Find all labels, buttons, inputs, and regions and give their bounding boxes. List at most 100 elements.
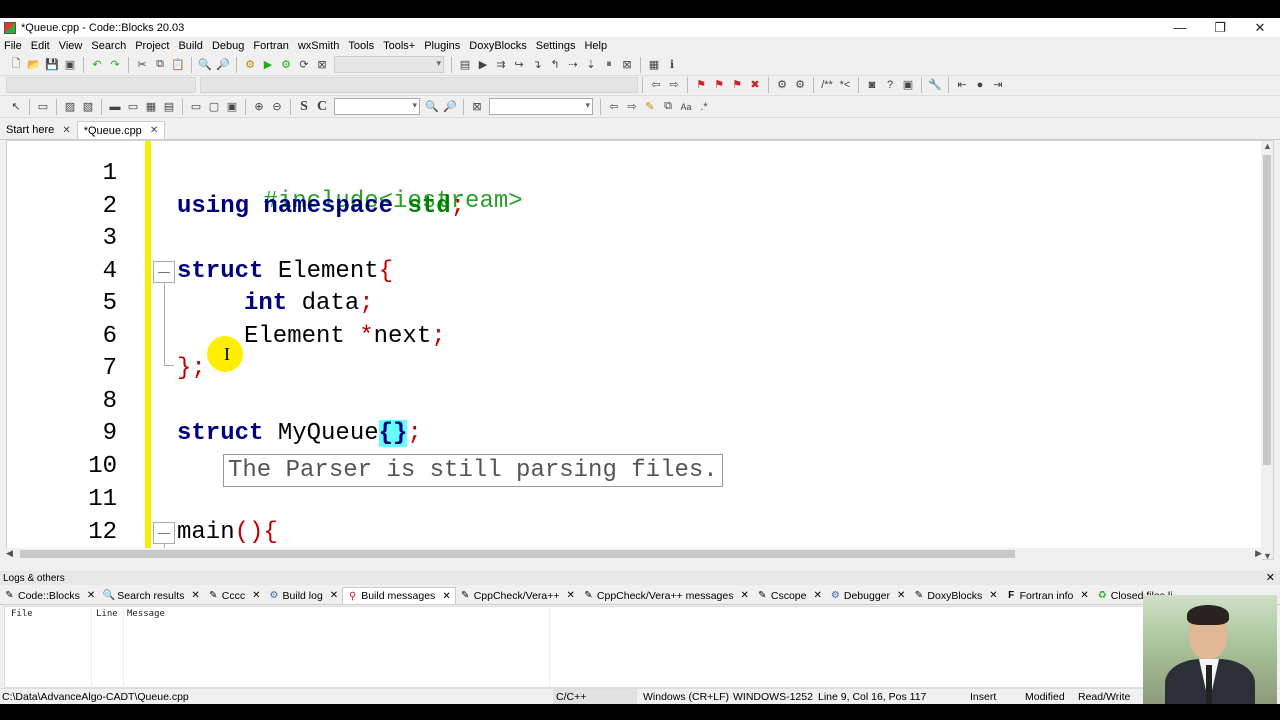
build-target-select[interactable] — [334, 56, 444, 73]
close-tab-icon[interactable]: ✕ — [62, 125, 70, 136]
tab-search-results[interactable]: 🔍 Search results ✕ — [99, 587, 204, 604]
tab-codeblocks-log[interactable]: ✎ Code::Blocks ✕ — [0, 587, 99, 604]
function-select[interactable] — [200, 76, 638, 93]
run-icon[interactable]: ▶ — [260, 57, 276, 73]
paste-icon[interactable]: 📋 — [170, 57, 186, 73]
next-line-icon[interactable]: ↪ — [511, 57, 527, 73]
search-text-select[interactable] — [489, 98, 593, 115]
column-header-line[interactable]: Line — [96, 609, 118, 619]
doxy-comment-icon[interactable]: /** — [819, 77, 835, 93]
column-header-message[interactable]: Message — [127, 609, 165, 619]
tab-start-here[interactable]: Start here ✕ — [0, 121, 77, 139]
vertical-scroll-thumb[interactable] — [1263, 155, 1271, 465]
scope-select[interactable] — [6, 76, 196, 93]
chars-icon[interactable]: C — [314, 99, 330, 115]
close-tab-icon[interactable]: ✕ — [1080, 590, 1088, 601]
grid-sizer-icon[interactable]: ▦ — [143, 99, 159, 115]
tab-debugger[interactable]: ⚙ Debugger ✕ — [826, 587, 910, 604]
tab-cccc[interactable]: ✎ Cccc ✕ — [204, 587, 265, 604]
tab-fortran-info[interactable]: F Fortran info ✕ — [1002, 587, 1093, 604]
step-instruction-icon[interactable]: ⇣ — [583, 57, 599, 73]
debug-window-icon[interactable]: ▤ — [457, 57, 473, 73]
code-tools-icon[interactable]: ⚙ — [792, 77, 808, 93]
jump-back-icon[interactable]: ⇦ — [648, 77, 664, 93]
menu-edit[interactable]: Edit — [27, 40, 55, 52]
scroll-right-icon[interactable]: ▶ — [1255, 548, 1262, 559]
menu-fortran[interactable]: Fortran — [249, 40, 293, 52]
close-tab-icon[interactable]: ✕ — [191, 590, 199, 601]
flex-sizer-icon[interactable]: ▤ — [161, 99, 177, 115]
build-icon[interactable]: ⚙ — [242, 57, 258, 73]
dialog-icon[interactable]: ▨ — [62, 99, 78, 115]
menu-plugins[interactable]: Plugins — [420, 40, 465, 52]
close-tab-icon[interactable]: ✕ — [252, 590, 260, 601]
close-tab-icon[interactable]: ✕ — [567, 590, 575, 601]
next-bookmark-icon[interactable]: ⚑ — [729, 77, 745, 93]
close-tab-icon[interactable]: ✕ — [740, 590, 748, 601]
menu-help[interactable]: Help — [580, 40, 612, 52]
strings-icon[interactable]: S — [296, 99, 312, 115]
open-icon[interactable]: 📂 — [26, 57, 42, 73]
search-scope-select[interactable] — [334, 98, 420, 115]
build-messages-list[interactable]: File Line Message — [4, 606, 1276, 689]
cut-icon[interactable]: ✂ — [134, 57, 150, 73]
new-file-icon[interactable]: 🗋 — [8, 57, 24, 73]
close-tab-icon[interactable]: ✕ — [813, 590, 821, 601]
close-window-button[interactable]: ✕ — [1240, 18, 1280, 37]
step-back-icon[interactable]: ⇤ — [954, 77, 970, 93]
find-prev-icon[interactable]: ⇦ — [606, 99, 622, 115]
close-tab-icon[interactable]: ✕ — [150, 125, 158, 136]
close-tab-icon[interactable]: ✕ — [87, 590, 95, 601]
menu-tools-plus[interactable]: Tools+ — [379, 40, 420, 52]
save-all-icon[interactable]: ▣ — [62, 57, 78, 73]
scroll-up-icon[interactable]: ▲ — [1263, 141, 1272, 151]
find-next-icon[interactable]: ⇨ — [624, 99, 640, 115]
doxy-help-icon[interactable]: ? — [882, 77, 898, 93]
doxy-inline-icon[interactable]: *< — [837, 77, 853, 93]
tab-queue-cpp[interactable]: *Queue.cpp ✕ — [76, 121, 166, 139]
tab-build-messages[interactable]: ⚲ Build messages ✕ — [342, 587, 456, 604]
toggle-bookmark-icon[interactable]: ⚑ — [693, 77, 709, 93]
menu-settings[interactable]: Settings — [532, 40, 581, 52]
build-run-icon[interactable]: ⚙ — [278, 57, 294, 73]
widget-b-icon[interactable]: ▢ — [206, 99, 222, 115]
column-header-file[interactable]: File — [11, 609, 33, 619]
panel-icon[interactable]: ▧ — [80, 99, 96, 115]
restore-button[interactable]: ❐ — [1200, 18, 1240, 37]
doxy-html-icon[interactable]: ▣ — [900, 77, 916, 93]
save-icon[interactable]: 💾 — [44, 57, 60, 73]
find-icon[interactable]: 🔍 — [197, 57, 213, 73]
prev-bookmark-icon[interactable]: ⚑ — [711, 77, 727, 93]
abort-icon[interactable]: ⊠ — [314, 57, 330, 73]
jump-forward-icon[interactable]: ⇨ — [666, 77, 682, 93]
zoom-out-icon[interactable]: ⊖ — [269, 99, 285, 115]
step-forward-icon[interactable]: ⇥ — [990, 77, 1006, 93]
fold-marker[interactable] — [153, 261, 175, 283]
step-out-icon[interactable]: ↰ — [547, 57, 563, 73]
find-in-files-icon[interactable]: 🔍 — [424, 99, 440, 115]
horizontal-scroll-thumb[interactable] — [20, 550, 1015, 558]
close-tab-icon[interactable]: ✕ — [330, 590, 338, 601]
sizer-icon[interactable]: ▬ — [107, 99, 123, 115]
menu-tools[interactable]: Tools — [344, 40, 379, 52]
replace-icon[interactable]: 🔎 — [215, 57, 231, 73]
scroll-left-icon[interactable]: ◀ — [6, 548, 13, 559]
box-sizer-icon[interactable]: ▭ — [125, 99, 141, 115]
menu-wxsmith[interactable]: wxSmith — [294, 40, 345, 52]
menu-build[interactable]: Build — [174, 40, 207, 52]
tab-cscope[interactable]: ✎ Cscope ✕ — [753, 587, 826, 604]
record-icon[interactable]: ● — [972, 77, 988, 93]
selected-text-icon[interactable]: ⧉ — [660, 99, 676, 115]
rebuild-icon[interactable]: ⟳ — [296, 57, 312, 73]
zoom-in-icon[interactable]: ⊕ — [251, 99, 267, 115]
menu-view[interactable]: View — [55, 40, 88, 52]
code-editor[interactable]: 1 2 3 4 5 6 7 8 9 10 11 12 13 #include<i… — [6, 140, 1274, 560]
pointer-icon[interactable]: ↖ — [8, 99, 24, 115]
stop-debug-icon[interactable]: ⊠ — [619, 57, 635, 73]
highlight-icon[interactable]: ✎ — [642, 99, 658, 115]
close-tab-icon[interactable]: ✕ — [442, 591, 450, 602]
menu-project[interactable]: Project — [131, 40, 174, 52]
copy-icon[interactable]: ⧉ — [152, 57, 168, 73]
widget-a-icon[interactable]: ▭ — [188, 99, 204, 115]
debug-windows-icon[interactable]: ▦ — [646, 57, 662, 73]
